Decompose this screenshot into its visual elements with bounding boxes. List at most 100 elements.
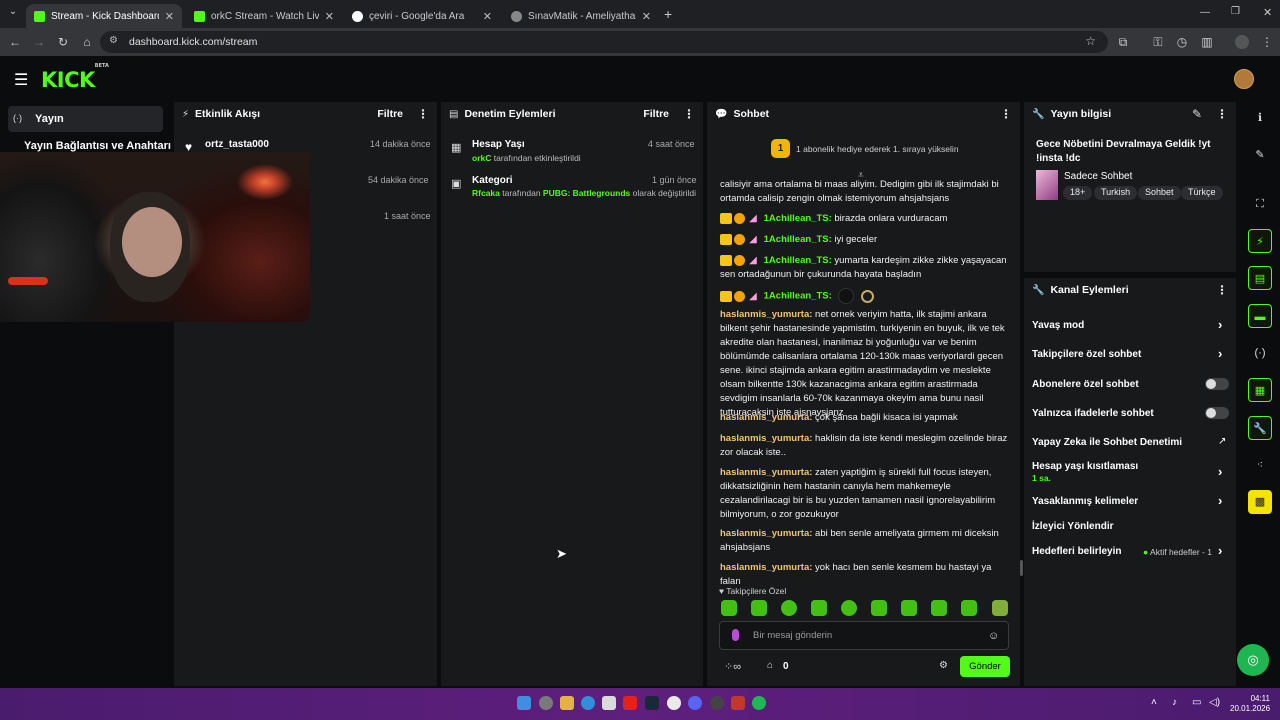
mod-actor[interactable]: orkC (472, 153, 491, 163)
menu-kebab-icon[interactable]: ⋮ (1259, 34, 1275, 50)
more-options-icon[interactable]: ⋮ (1000, 107, 1012, 121)
more-options-icon[interactable]: ⋮ (1216, 283, 1228, 297)
chat-username[interactable]: 1Achillean_TS: (764, 255, 832, 266)
action-redirect-viewers[interactable]: İzleyici Yönlendir (1032, 521, 1114, 532)
chat-bubble-icon[interactable]: ▬ (1248, 304, 1272, 328)
store-app-icon[interactable] (602, 696, 616, 710)
emote-pepe-icon[interactable] (781, 600, 797, 616)
user-avatar[interactable] (1234, 69, 1254, 89)
fullscreen-icon[interactable]: ⛶ (1248, 192, 1272, 216)
chat-username[interactable]: haslanmis_yumurta: (720, 467, 812, 478)
emote-pepe-icon[interactable] (901, 600, 917, 616)
history-icon[interactable]: ◷ (1174, 34, 1190, 50)
chevron-right-icon[interactable]: › (1218, 346, 1222, 361)
filter-button[interactable]: Filtre (377, 108, 403, 120)
chrome-icon[interactable] (539, 696, 553, 710)
chat-username[interactable]: haslanmis_yumurta: (720, 562, 812, 573)
clock[interactable]: 04:11 20.01.2026 (1230, 694, 1270, 714)
discord-icon[interactable] (688, 696, 702, 710)
minimize-icon[interactable]: — (1200, 7, 1210, 18)
emote-pepe-icon[interactable] (811, 600, 827, 616)
chat-username[interactable]: 1Achillean_TS: (764, 291, 832, 302)
emote-pepe-icon[interactable] (751, 600, 767, 616)
sidebar-item-stream-key[interactable]: Yayın Bağlantısı ve Anahtarı (24, 140, 171, 152)
tab-google-search[interactable]: çeviri - Google'da Ara ✕ (344, 4, 500, 28)
restore-icon[interactable]: ❐ (1231, 6, 1240, 17)
close-window-icon[interactable]: ✕ (1263, 6, 1272, 19)
emote-pepe-icon[interactable] (841, 600, 857, 616)
chat-username[interactable]: haslanmis_yumurta: (720, 433, 812, 444)
more-options-icon[interactable]: ⋮ (417, 107, 429, 121)
obs-icon[interactable] (710, 696, 724, 710)
category-name[interactable]: Sadece Sohbet (1064, 171, 1132, 182)
hamburger-menu-icon[interactable]: ☰ (14, 70, 28, 90)
new-tab-icon[interactable]: + (664, 6, 672, 22)
media-app-icon[interactable] (731, 696, 745, 710)
emote-pepe-icon[interactable] (992, 600, 1008, 616)
emote-pepe-icon[interactable] (721, 600, 737, 616)
activity-lightning-icon[interactable]: ⚡ (1248, 229, 1272, 253)
display-tray-icon[interactable]: ▭ (1192, 697, 1201, 708)
chat-settings-icon[interactable]: ⚙ (939, 660, 948, 671)
chevron-right-icon[interactable]: › (1218, 317, 1222, 332)
action-account-age[interactable]: Hesap yaşı kısıtlaması (1032, 461, 1138, 472)
profile-avatar-icon[interactable] (1235, 35, 1249, 49)
emoji-picker-icon[interactable]: ☺ (988, 630, 999, 642)
microphone-icon[interactable] (732, 629, 739, 641)
app-icon[interactable] (667, 696, 681, 710)
sidebar-item-yayin[interactable]: (·) Yayın (8, 106, 163, 132)
action-ai-moderation[interactable]: Yapay Zeka ile Sohbet Denetimi (1032, 437, 1182, 448)
chat-username[interactable]: haslanmis_yumurta: (720, 309, 812, 320)
info-icon[interactable]: ℹ (1248, 106, 1272, 130)
filter-button[interactable]: Filtre (643, 108, 669, 120)
category-thumbnail[interactable] (1036, 170, 1058, 200)
volume-tray-icon[interactable]: ◁) (1209, 697, 1220, 708)
extensions-icon[interactable]: ⧉ (1115, 34, 1131, 50)
external-link-icon[interactable]: ↗ (1218, 436, 1226, 447)
chat-username[interactable]: 1Achillean_TS: (764, 234, 832, 245)
tab-stream-dashboard[interactable]: Stream - Kick Dashboard ✕ (26, 4, 182, 28)
password-key-icon[interactable]: ⚿ (1150, 34, 1166, 50)
chat-username[interactable]: haslanmis_yumurta: (720, 528, 812, 539)
broadcast-icon[interactable]: (·) (1248, 341, 1272, 365)
share-nodes-icon[interactable]: ⁖ (1248, 453, 1272, 477)
close-icon[interactable]: ✕ (483, 10, 492, 23)
home-icon[interactable]: ⌂ (79, 34, 95, 50)
close-icon[interactable]: ✕ (325, 10, 334, 23)
edit-pencil-icon[interactable]: ✎ (1248, 143, 1272, 167)
event-username[interactable]: ortz_tasta000 (205, 139, 269, 150)
tab-orkc-stream[interactable]: orkC Stream - Watch Live on Kick ✕ (186, 4, 342, 28)
close-icon[interactable]: ✕ (165, 10, 174, 23)
users-infinity-icon[interactable]: ⁘∞ (724, 660, 741, 673)
steam-icon[interactable] (645, 696, 659, 710)
chat-username[interactable]: 1Achillean_TS: (764, 213, 832, 224)
clapperboard-icon[interactable]: ▩ (1248, 490, 1272, 514)
dashboard-panel-icon[interactable]: ▦ (1248, 378, 1272, 402)
bookmark-star-icon[interactable]: ☆ (1085, 34, 1096, 48)
back-icon[interactable]: ← (7, 34, 23, 50)
file-explorer-icon[interactable] (560, 696, 574, 710)
action-set-goals[interactable]: Hedefleri belirleyin (1032, 546, 1121, 557)
windows-start-icon[interactable] (517, 696, 531, 710)
reload-icon[interactable]: ↻ (55, 34, 71, 50)
wrench-tool-icon[interactable]: 🔧 (1248, 416, 1272, 440)
subscribers-only-toggle[interactable] (1205, 378, 1229, 390)
chat-input[interactable]: Bir mesaj gönderin ☺ (719, 621, 1009, 650)
tag-pill[interactable]: Turkish (1094, 186, 1138, 200)
more-options-icon[interactable]: ⋮ (1216, 107, 1228, 121)
spotify-icon[interactable] (752, 696, 766, 710)
edit-pencil-icon[interactable]: ✎ (1192, 107, 1202, 121)
tab-search-icon[interactable]: ⌄ (6, 6, 20, 20)
kick-logo[interactable]: KICKBETA (41, 63, 109, 91)
tray-chevron-icon[interactable]: ˄ (1151, 697, 1157, 708)
tag-pill[interactable]: 18+ (1063, 186, 1093, 200)
tag-pill[interactable]: Türkçe (1181, 186, 1223, 200)
microphone-tray-icon[interactable]: ♪ (1172, 697, 1177, 708)
emote-pepe-icon[interactable] (961, 600, 977, 616)
chevron-right-icon[interactable]: › (1218, 543, 1222, 558)
chat-scrollbar[interactable] (1020, 560, 1023, 576)
chevron-right-icon[interactable]: › (1218, 464, 1222, 479)
edge-icon[interactable] (581, 696, 595, 710)
emote-pepe-icon[interactable] (931, 600, 947, 616)
emote-pepe-icon[interactable] (871, 600, 887, 616)
